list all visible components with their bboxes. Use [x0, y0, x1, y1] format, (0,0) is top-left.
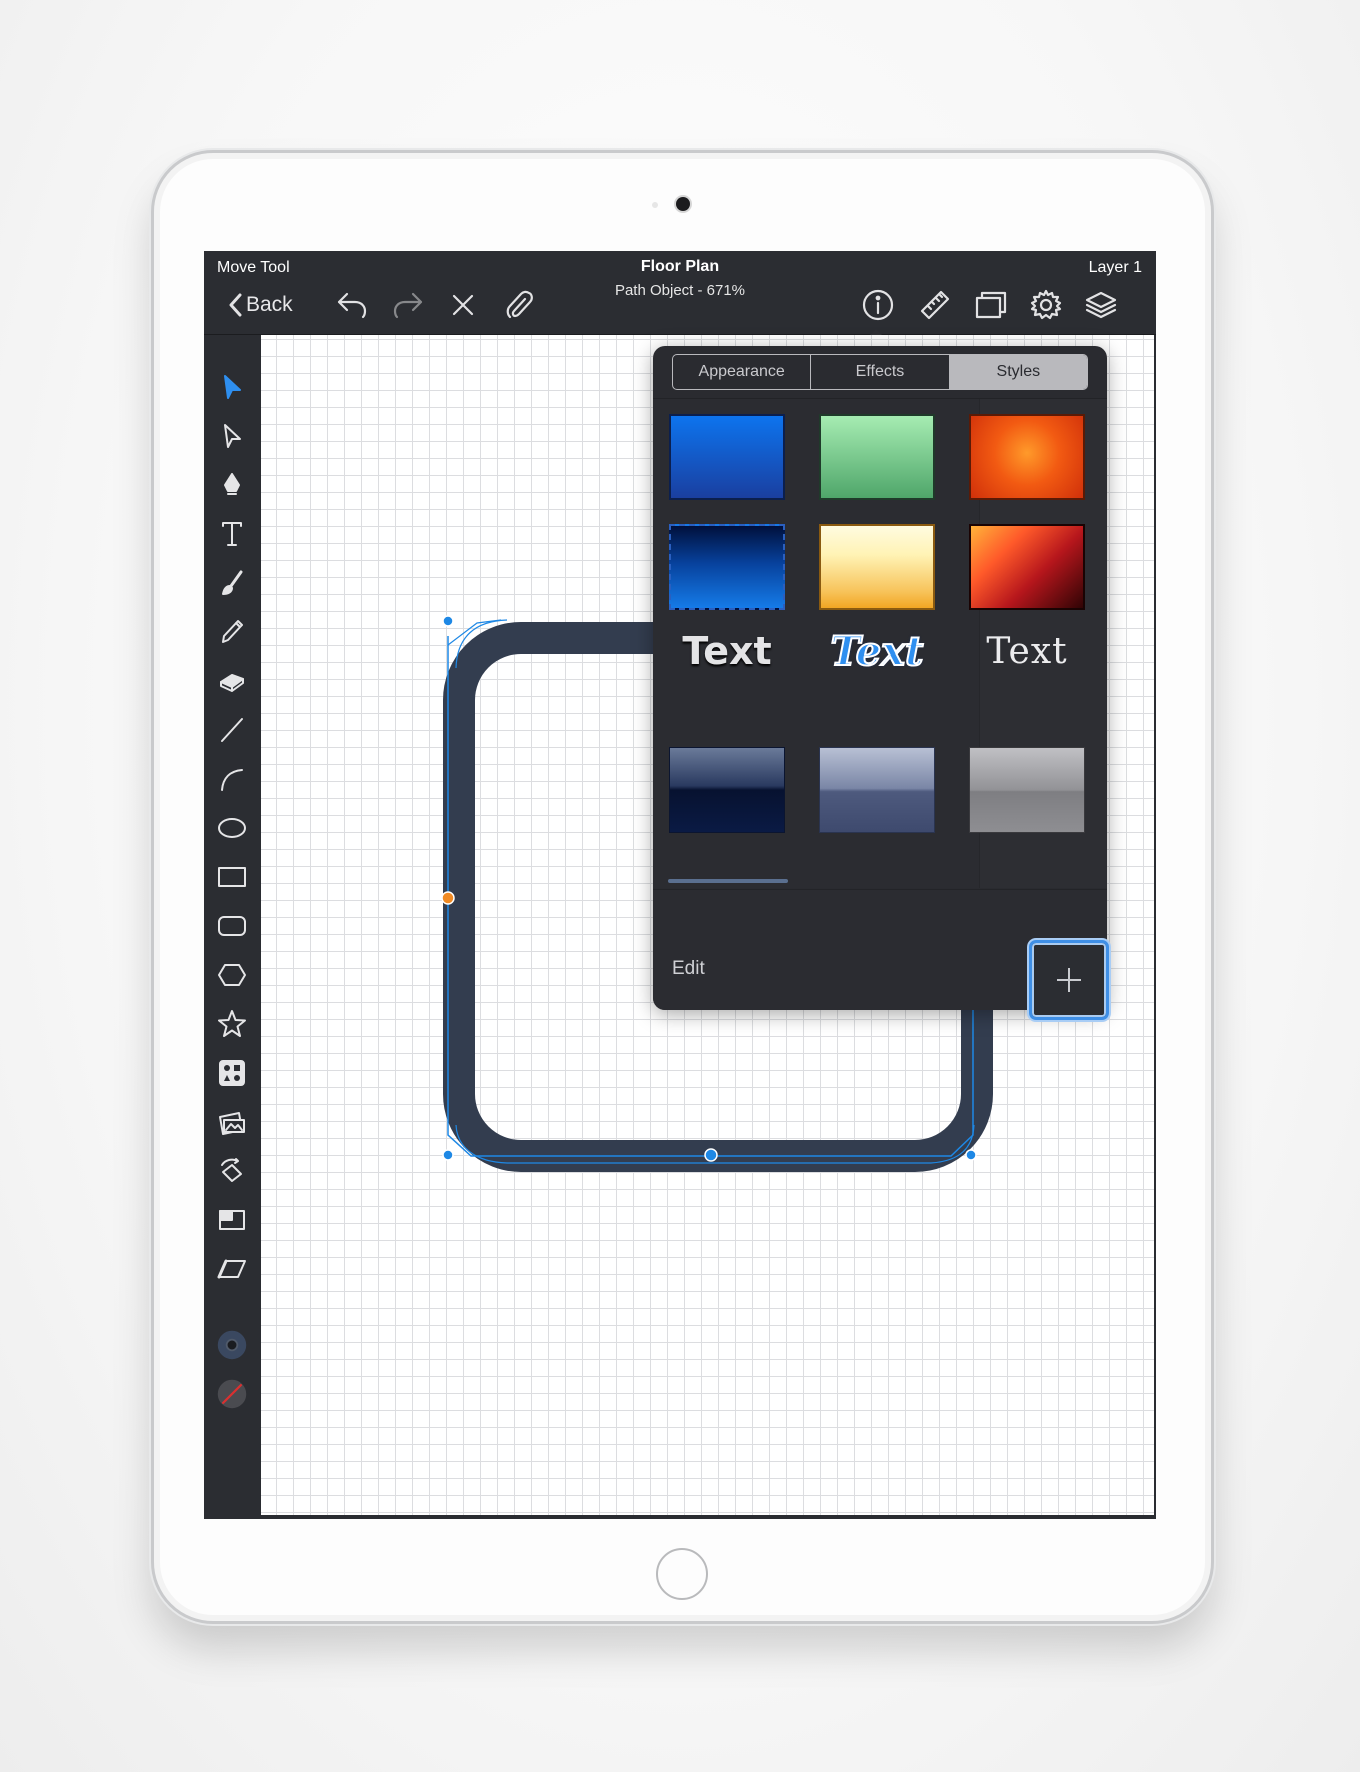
rectangle-tool-icon[interactable]: [216, 861, 248, 893]
eraser-icon[interactable]: [216, 665, 248, 697]
plus-icon: [1057, 968, 1081, 992]
popover-tabs: Appearance Effects Styles: [672, 354, 1088, 390]
redo-icon[interactable]: [388, 287, 428, 323]
style-swatch-yellow[interactable]: [819, 524, 935, 610]
document-title: Floor Plan: [640, 258, 720, 275]
select-arrow-icon[interactable]: [216, 371, 248, 403]
top-bar: Move Tool Floor Plan Path Object - 671% …: [204, 251, 1156, 335]
add-style-button[interactable]: [1029, 940, 1109, 1020]
stroke-color-icon[interactable]: [216, 1329, 248, 1361]
style-line-sample[interactable]: [668, 879, 788, 883]
star-tool-icon[interactable]: [216, 1008, 248, 1040]
edit-button[interactable]: Edit: [672, 958, 705, 980]
style-swatch-orange[interactable]: [969, 414, 1085, 500]
close-icon[interactable]: [443, 287, 483, 323]
layer-title: Layer 1: [1088, 259, 1142, 276]
divider: [653, 889, 1107, 890]
undo-icon[interactable]: [332, 287, 372, 323]
gear-icon[interactable]: [1026, 287, 1066, 323]
styles-popover: Appearance Effects Styles Text Text Text: [653, 346, 1107, 1010]
rotate-tool-icon[interactable]: [216, 1155, 248, 1187]
brush-icon[interactable]: [216, 567, 248, 599]
text-style-bold[interactable]: Text: [669, 625, 785, 677]
camera: [676, 197, 690, 211]
arc-tool-icon[interactable]: [216, 763, 248, 795]
back-button[interactable]: Back: [228, 287, 293, 323]
symbols-tool-icon[interactable]: [216, 1057, 248, 1089]
style-swatch-gray[interactable]: [969, 747, 1085, 833]
scale-tool-icon[interactable]: [216, 1204, 248, 1236]
sensor: [652, 202, 658, 208]
paperclip-icon[interactable]: [499, 287, 539, 323]
info-icon[interactable]: [858, 287, 898, 323]
tab-appearance[interactable]: Appearance: [673, 355, 812, 389]
text-style-mono[interactable]: Text: [969, 625, 1085, 677]
artboard-icon[interactable]: [971, 287, 1011, 323]
layers-icon[interactable]: [1081, 287, 1121, 323]
chevron-left-icon: [229, 293, 242, 317]
anchor-point-handle[interactable]: [441, 891, 455, 905]
style-swatch-red[interactable]: [969, 524, 1085, 610]
tools-sidebar: [204, 335, 260, 1519]
styles-grid: Text Text Text: [653, 399, 1107, 888]
polygon-tool-icon[interactable]: [216, 959, 248, 991]
selection-handle[interactable]: [442, 1149, 454, 1161]
style-swatch-green[interactable]: [819, 414, 935, 500]
line-tool-icon[interactable]: [216, 714, 248, 746]
style-swatch-navy[interactable]: [669, 524, 785, 610]
fill-color-icon[interactable]: [216, 1378, 248, 1410]
shear-tool-icon[interactable]: [216, 1253, 248, 1285]
selection-handle[interactable]: [965, 1149, 977, 1161]
home-button[interactable]: [656, 1548, 708, 1600]
image-tool-icon[interactable]: [216, 1106, 248, 1138]
text-style-bold-sample: Text: [682, 629, 772, 673]
text-style-comic-sample: Text: [830, 627, 925, 676]
text-tool-icon[interactable]: [216, 518, 248, 550]
selection-handle[interactable]: [442, 615, 454, 627]
text-style-comic[interactable]: Text: [819, 625, 935, 677]
style-swatch-navy-gloss[interactable]: [669, 747, 785, 833]
app-screen: Move Tool Floor Plan Path Object - 671% …: [204, 251, 1156, 1519]
ruler-icon[interactable]: [915, 287, 955, 323]
selection-handle[interactable]: [704, 1148, 718, 1162]
direct-select-arrow-icon[interactable]: [216, 420, 248, 452]
back-label: Back: [246, 293, 293, 316]
rounded-rectangle-tool-icon[interactable]: [216, 910, 248, 942]
pencil-icon[interactable]: [216, 616, 248, 648]
style-swatch-blue[interactable]: [669, 414, 785, 500]
tab-styles[interactable]: Styles: [949, 355, 1087, 389]
ellipse-tool-icon[interactable]: [216, 812, 248, 844]
text-style-mono-sample: Text: [986, 630, 1068, 672]
tab-effects[interactable]: Effects: [811, 355, 950, 389]
style-swatch-slate-gloss[interactable]: [819, 747, 935, 833]
pen-tool-icon[interactable]: [216, 469, 248, 501]
